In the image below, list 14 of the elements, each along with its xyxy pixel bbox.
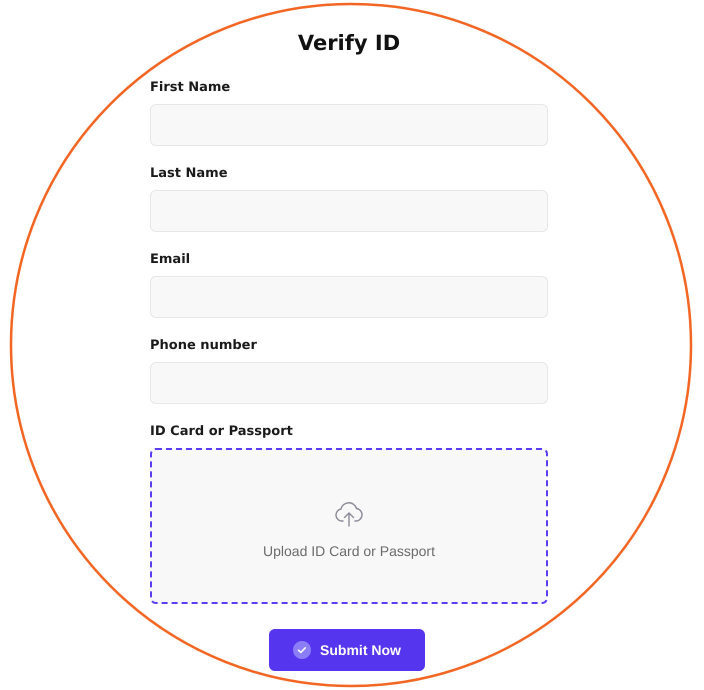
submit-button[interactable]: Submit Now xyxy=(269,629,425,671)
upload-dropzone[interactable]: Upload ID Card or Passport xyxy=(150,448,548,604)
form-title: Verify ID xyxy=(296,30,402,57)
field-label: First Name xyxy=(150,79,232,97)
input-field[interactable] xyxy=(150,104,548,146)
upload-prompt: Upload ID Card or Passport xyxy=(263,543,435,559)
input-field[interactable] xyxy=(150,276,548,318)
check-icon xyxy=(293,641,312,659)
field-label: Email xyxy=(150,251,192,269)
field-label: Last Name xyxy=(150,165,229,183)
input-field[interactable] xyxy=(150,362,548,404)
field-label: ID Card or Passport xyxy=(150,423,294,441)
field-label: Phone number xyxy=(150,337,258,355)
input-field[interactable] xyxy=(150,190,548,232)
